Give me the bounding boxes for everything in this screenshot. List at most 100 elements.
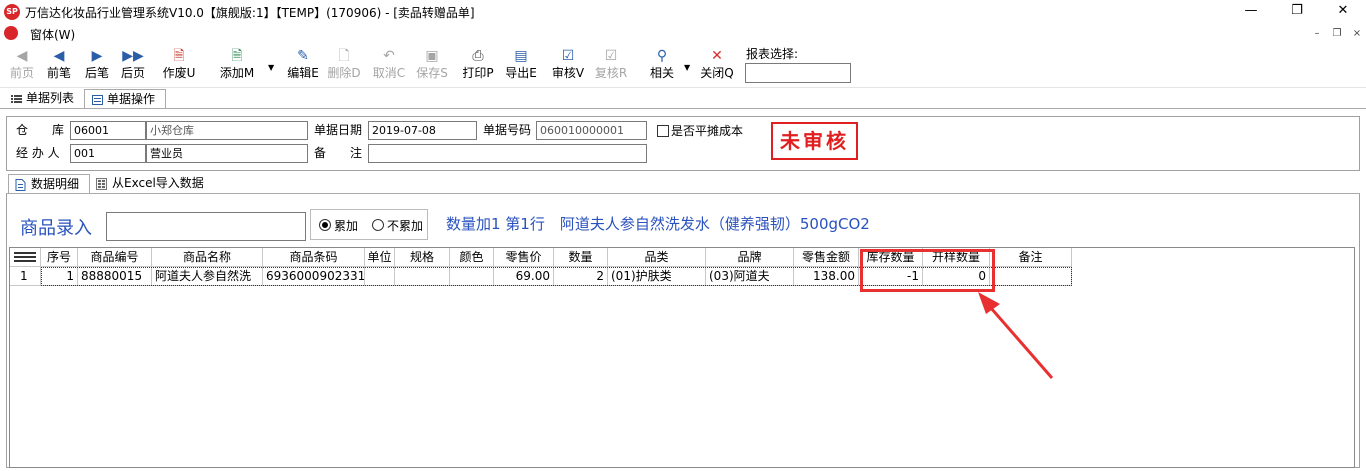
app-logo-icon: SP (4, 4, 20, 20)
entry-info-line: 数量加1 第1行 阿道夫人参自然洗发水（健养强韧）500gCO2 (446, 215, 870, 233)
toolbar-button-void-doc[interactable]: 🗎 作废U (160, 47, 198, 87)
col-header-retail-price[interactable]: 零售价 (494, 248, 554, 267)
menu-window[interactable]: 窗体(W) (30, 26, 75, 43)
window-title: 万信达化妆品行业管理系统V10.0【旗舰版:1】【TEMP】(170906) -… (25, 6, 475, 20)
minimize-button[interactable]: — (1228, 0, 1274, 24)
excel-icon (96, 178, 107, 190)
toolbar-button-label: 关闭Q (700, 66, 734, 80)
no-accumulate-radio[interactable] (372, 219, 384, 231)
toolbar-button-close-x[interactable]: ✕ 关闭Q (697, 47, 737, 87)
detail-grid[interactable]: 序号 商品编号 商品名称 商品条码 单位 规格 颜色 零售价 数量 品类 品牌 … (9, 247, 1355, 468)
toolbar-button-label: 删除D (327, 66, 361, 80)
col-header-color[interactable]: 颜色 (450, 248, 494, 267)
edit-icon: ✎ (297, 48, 309, 64)
toolbar-button-save[interactable]: ▣ 保存S (412, 47, 452, 87)
tab-document-list[interactable]: 单据列表 (4, 89, 84, 109)
doc-icon (15, 179, 26, 191)
cell-color[interactable] (450, 267, 494, 286)
toolbar-button-label: 相关 (649, 66, 674, 80)
cell-barcode[interactable]: 6936000902331 (263, 267, 365, 286)
date-field[interactable]: 2019-07-08 (368, 121, 477, 140)
mdi-restore-button[interactable]: ❐ (1330, 26, 1344, 40)
toolbar-button-prev-record[interactable]: ◀ 前笔 (44, 47, 74, 87)
column-menu-icon (14, 252, 36, 262)
tab-import-excel-label: 从Excel导入数据 (112, 176, 204, 190)
maximize-button[interactable]: ❐ (1274, 0, 1320, 24)
cell-unit[interactable] (365, 267, 395, 286)
toolbar-button-label: 前页 (9, 66, 34, 80)
cost-share-label: 是否平摊成本 (671, 124, 744, 138)
cell-spec[interactable] (395, 267, 450, 286)
form-icon (92, 95, 103, 105)
approve-icon: ☑ (561, 48, 575, 64)
col-header-spec[interactable]: 规格 (395, 248, 450, 267)
add-doc-icon: 🗎 (231, 48, 243, 64)
cell-remark[interactable] (990, 267, 1072, 286)
toolbar-button-print[interactable]: ⎙ 打印P (460, 47, 496, 87)
cell-code[interactable]: 88880015 (78, 267, 152, 286)
toolbar-button-approve[interactable]: ☑ 审核V (548, 47, 588, 87)
tab-data-detail-label: 数据明细 (31, 177, 80, 191)
accumulate-radio[interactable] (319, 219, 331, 231)
cell-name[interactable]: 阿道夫人参自然洗 (152, 267, 263, 286)
save-icon: ▣ (425, 48, 439, 64)
add-dropdown-icon[interactable]: ▼ (268, 63, 274, 72)
void-doc-icon: 🗎 (173, 48, 185, 64)
toolbar-button-label: 添加M (219, 66, 255, 80)
accumulate-radio-label: 累加 (334, 219, 359, 233)
col-header-retail-amount[interactable]: 零售金额 (794, 248, 859, 267)
col-header-qty[interactable]: 数量 (554, 248, 608, 267)
remark-field[interactable] (368, 144, 647, 163)
tab-data-detail[interactable]: 数据明细 (8, 174, 90, 194)
tab-document-operation[interactable]: 单据操作 (84, 89, 166, 109)
col-header-category[interactable]: 品类 (608, 248, 706, 267)
warehouse-code-field[interactable]: 06001 (70, 121, 146, 140)
menu-bar: 窗体(W) – ❐ × (0, 24, 1366, 42)
report-select-input[interactable] (745, 63, 851, 83)
cell-brand[interactable]: (03)阿道夫 (706, 267, 794, 286)
toolbar-button-label: 后页 (120, 66, 145, 80)
toolbar-button-add-doc[interactable]: 🗎 添加M (217, 47, 257, 87)
toolbar-button-last-page[interactable]: ▶▶ 后页 (118, 47, 148, 87)
toolbar-button-label: 编辑E (287, 66, 319, 80)
col-header-barcode[interactable]: 商品条码 (263, 248, 365, 267)
grid-column-menu[interactable] (10, 248, 41, 267)
list-icon (11, 95, 22, 103)
close-x-icon: ✕ (711, 48, 723, 64)
mdi-close-button[interactable]: × (1350, 26, 1364, 40)
last-page-icon: ▶▶ (122, 48, 144, 64)
col-header-code[interactable]: 商品编号 (78, 248, 152, 267)
tab-import-excel[interactable]: 从Excel导入数据 (90, 174, 210, 194)
next-record-icon: ▶ (91, 48, 103, 64)
toolbar-button-delete[interactable]: 🗋 删除D (324, 47, 364, 87)
cell-retail-amount[interactable]: 138.00 (794, 267, 859, 286)
mdi-minimize-button[interactable]: – (1310, 26, 1324, 40)
toolbar-button-export[interactable]: ▤ 导出E (501, 47, 541, 87)
toolbar-button-label: 导出E (505, 66, 537, 80)
col-header-unit[interactable]: 单位 (365, 248, 395, 267)
cost-share-checkbox[interactable] (657, 125, 669, 137)
col-header-remark[interactable]: 备注 (990, 248, 1072, 267)
accumulate-radio-group: 累加 不累加 (310, 209, 428, 240)
col-header-name[interactable]: 商品名称 (152, 248, 263, 267)
toolbar-button-next-record[interactable]: ▶ 后笔 (82, 47, 112, 87)
doc-number-field: 060010000001 (536, 121, 647, 140)
toolbar-button-recheck[interactable]: ☑ 复核R (591, 47, 631, 87)
toolbar-button-link[interactable]: ⚲ 相关 (645, 47, 679, 87)
status-stamp: 未审核 (771, 122, 858, 160)
handler-code-field[interactable]: 001 (70, 144, 146, 163)
toolbar-button-undo[interactable]: ↶ 取消C (369, 47, 409, 87)
cell-seq[interactable]: 1 (41, 267, 78, 286)
close-button[interactable]: ✕ (1320, 0, 1366, 24)
tab-document-operation-label: 单据操作 (107, 92, 156, 106)
col-header-brand[interactable]: 品牌 (706, 248, 794, 267)
cell-qty[interactable]: 2 (554, 267, 608, 286)
toolbar-button-edit[interactable]: ✎ 编辑E (283, 47, 323, 87)
product-entry-input[interactable] (106, 212, 306, 241)
related-dropdown-icon[interactable]: ▼ (684, 63, 690, 72)
cell-retail-price[interactable]: 69.00 (494, 267, 554, 286)
toolbar-button-first-page[interactable]: ◀ 前页 (8, 47, 36, 87)
cell-category[interactable]: (01)护肤类 (608, 267, 706, 286)
undo-icon: ↶ (383, 48, 395, 64)
col-header-seq[interactable]: 序号 (41, 248, 78, 267)
